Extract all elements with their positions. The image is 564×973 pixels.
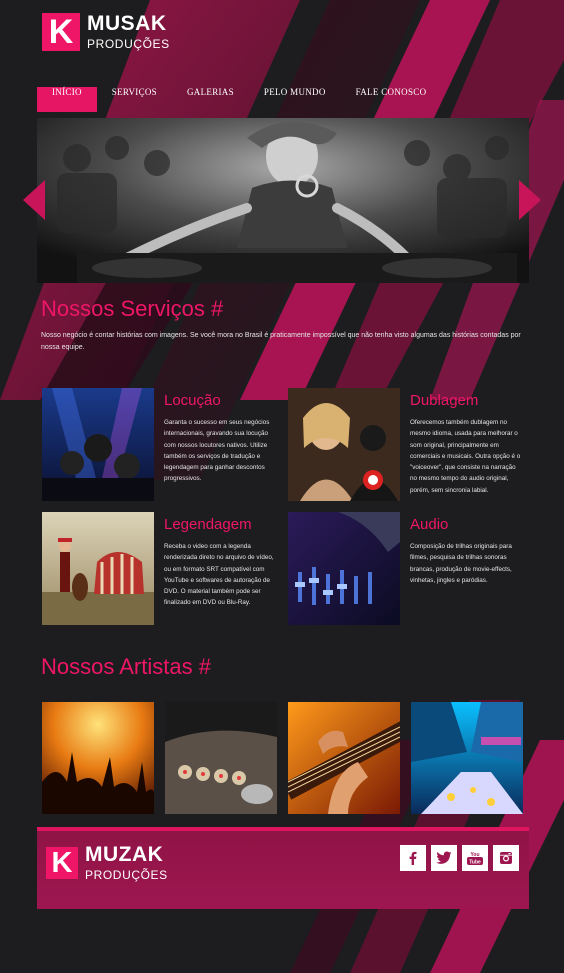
instagram-icon[interactable]: [493, 845, 519, 871]
artist-thumb-club[interactable]: [411, 702, 523, 814]
service-image-singers: [288, 388, 400, 501]
service-text-locucao: Garanta o sucesso em seus negócios inter…: [164, 419, 270, 483]
service-card-legendagem: Legendagem Receba o video com a legenda …: [42, 512, 278, 625]
service-image-circus: [42, 512, 154, 625]
logo-title: MUSAK: [87, 12, 167, 35]
service-title-dublagem: Dublagem: [410, 392, 479, 409]
service-card-audio: Audio Composição de trilhas originais pa…: [288, 512, 524, 625]
footer-logo-subtitle: PRODUÇÕES: [85, 868, 168, 882]
site-logo[interactable]: K MUSAK PRODUÇÕES: [42, 12, 170, 51]
service-image-concert: [42, 388, 154, 501]
svg-text:You: You: [470, 852, 479, 858]
service-title-audio: Audio: [410, 516, 449, 533]
services-title: Nossos Serviços #: [41, 296, 224, 321]
services-intro: Nosso negócio é contar histórias com ima…: [41, 332, 521, 351]
slider-next-arrow[interactable]: [519, 180, 541, 220]
main-nav: INÍCIO SERVIÇOS GALERIAS PELO MUNDO FALE…: [37, 87, 441, 112]
nav-item-servicos[interactable]: SERVIÇOS: [97, 87, 172, 112]
slider-prev-arrow[interactable]: [23, 180, 45, 220]
footer-logo-title: MUZAK: [85, 843, 164, 866]
footer: K MUZAK PRODUÇÕES You Tube: [37, 827, 529, 909]
footer-logo-mark: K: [46, 846, 78, 879]
footer-logo[interactable]: K MUZAK PRODUÇÕES: [46, 843, 168, 882]
nav-item-inicio[interactable]: INÍCIO: [37, 87, 97, 112]
artists-title: Nossos Artistas #: [41, 654, 211, 679]
service-card-locucao: Locução Garanta o sucesso em seus negóci…: [42, 388, 278, 501]
svg-text:Tube: Tube: [469, 859, 481, 865]
youtube-icon[interactable]: You Tube: [462, 845, 488, 871]
nav-item-galerias[interactable]: GALERIAS: [172, 87, 249, 112]
service-image-mixer: [288, 512, 400, 625]
service-text-legendagem: Receba o video com a legenda renderizada…: [164, 543, 274, 607]
logo-subtitle: PRODUÇÕES: [87, 37, 170, 51]
service-title-legendagem: Legendagem: [164, 516, 252, 533]
social-links: You Tube: [400, 845, 519, 871]
artist-thumb-guitar[interactable]: [288, 702, 400, 814]
service-text-audio: Composição de trilhas originais para fil…: [410, 543, 512, 584]
logo-mark: K: [42, 12, 80, 51]
nav-item-fale-conosco[interactable]: FALE CONOSCO: [341, 87, 442, 112]
twitter-icon[interactable]: [431, 845, 457, 871]
artist-thumb-mixer[interactable]: [165, 702, 277, 814]
service-card-dublagem: Dublagem Oferecemos também dublagem no m…: [288, 388, 524, 501]
facebook-icon[interactable]: [400, 845, 426, 871]
nav-item-pelo-mundo[interactable]: PELO MUNDO: [249, 87, 341, 112]
service-title-locucao: Locução: [164, 392, 221, 409]
hero-image: [37, 118, 529, 283]
hero-slider[interactable]: [37, 118, 529, 283]
service-text-dublagem: Oferecemos também dublagem no mesmo idio…: [410, 419, 521, 494]
artist-thumb-crowd[interactable]: [42, 702, 154, 814]
